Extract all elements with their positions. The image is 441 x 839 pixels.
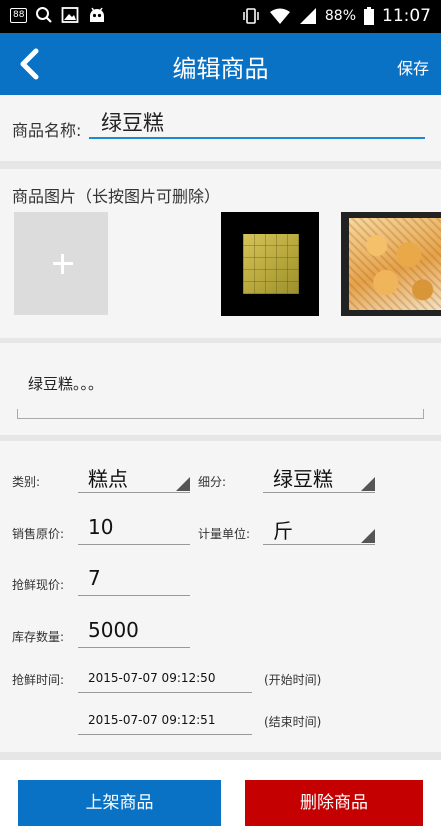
subcategory-select[interactable]: 绿豆糕	[263, 463, 375, 493]
stock-label: 库存数量:	[12, 630, 65, 644]
product-name-input[interactable]: 绿豆糕	[89, 107, 425, 139]
action-bar: 上架商品 删除商品	[0, 760, 441, 839]
product-details-form: 类别: 糕点 细分: 绿豆糕 销售原价: 10 计量单位: 斤 抢鲜现价: 7 …	[0, 441, 441, 752]
original-price-input[interactable]: 10	[78, 515, 190, 545]
add-image-button[interactable]	[14, 212, 108, 315]
android-icon	[90, 7, 105, 22]
description-underline	[17, 409, 424, 419]
vibrate-icon	[243, 8, 259, 24]
unit-label: 计量单位:	[198, 527, 251, 541]
page-title: 编辑商品	[172, 55, 269, 83]
product-images-section: 商品图片（长按图片可删除）	[0, 169, 441, 338]
battery-icon	[364, 7, 374, 25]
battery-percent: 88%	[324, 8, 356, 24]
chevron-left-icon	[20, 48, 39, 80]
category-select[interactable]: 糕点	[78, 463, 190, 493]
signal-icon	[299, 8, 316, 24]
wifi-icon	[269, 8, 290, 24]
notification-badge: 88	[10, 7, 28, 23]
title-bar: 编辑商品 保存	[0, 33, 441, 95]
stock-input[interactable]: 5000	[78, 618, 190, 648]
product-images-label: 商品图片（长按图片可删除）	[12, 187, 221, 206]
product-image-thumbnail[interactable]	[221, 212, 319, 316]
clock: 11:07	[382, 6, 431, 26]
cake-photo	[349, 218, 441, 310]
unit-select[interactable]: 斤	[263, 515, 375, 545]
search-icon	[36, 7, 53, 23]
end-time-note: (结束时间)	[264, 715, 322, 729]
status-bar: 88 88% 11:07	[0, 0, 441, 33]
description-section: 绿豆糕。。。	[0, 343, 441, 435]
original-price-label: 销售原价:	[12, 527, 65, 541]
current-price-label: 抢鲜现价:	[12, 578, 65, 592]
current-price-input[interactable]: 7	[78, 566, 190, 596]
publish-product-button[interactable]: 上架商品	[18, 780, 221, 826]
end-time-input[interactable]: 2015-07-07 09:12:51	[78, 705, 252, 735]
start-time-input[interactable]: 2015-07-07 09:12:50	[78, 663, 252, 693]
start-time-note: (开始时间)	[264, 673, 322, 687]
product-image-thumbnail[interactable]	[341, 212, 441, 316]
product-name-label: 商品名称:	[12, 121, 82, 140]
subcategory-label: 细分:	[198, 475, 227, 489]
save-button[interactable]: 保存	[397, 55, 429, 79]
image-icon	[62, 7, 79, 23]
time-label: 抢鲜时间:	[12, 673, 65, 687]
category-label: 类别:	[12, 475, 41, 489]
back-button[interactable]	[10, 45, 50, 85]
mung-bean-cake-photo	[243, 234, 299, 294]
delete-product-button[interactable]: 删除商品	[245, 780, 423, 826]
description-input[interactable]: 绿豆糕。。。	[28, 373, 103, 394]
product-name-section: 商品名称: 绿豆糕	[0, 95, 441, 161]
